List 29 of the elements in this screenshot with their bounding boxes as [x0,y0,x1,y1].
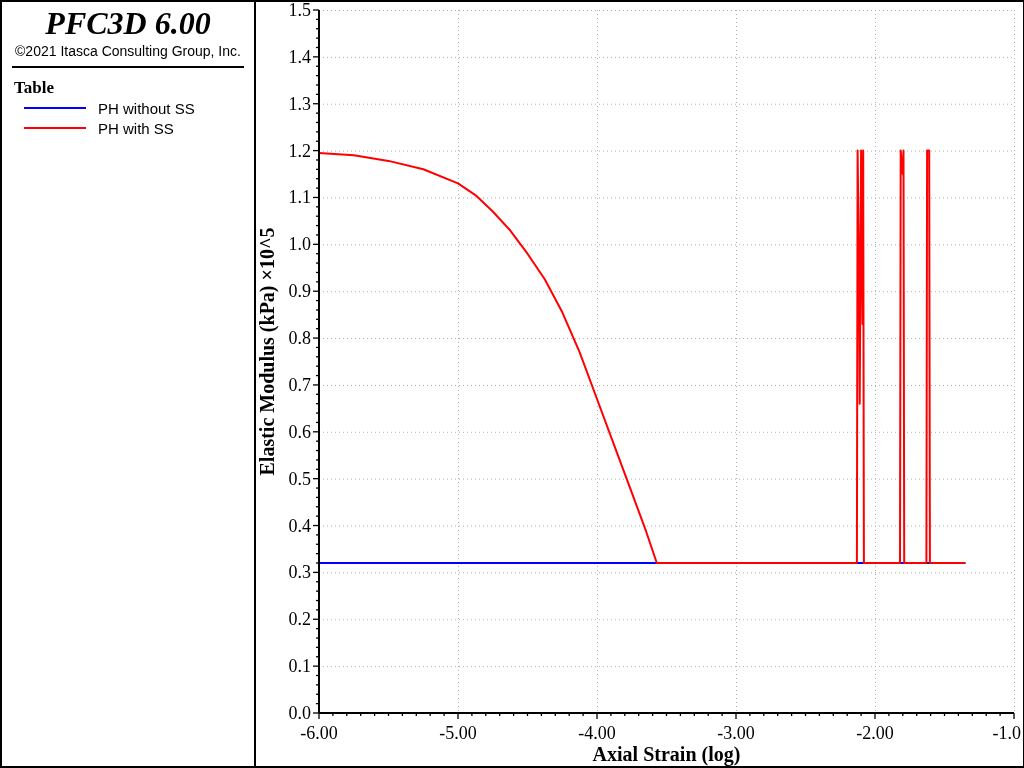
y-tick-label: 0.8 [288,328,311,349]
y-tick-label: 1.3 [288,93,311,114]
legend-title: Table [14,78,55,98]
y-tick-label: 0.7 [288,374,311,395]
legend-label: PH without SS [98,99,195,117]
y-axis-title: Elastic Modulus (kPa) ×10^5 [256,227,278,476]
y-tick-label: 0.0 [288,703,311,723]
y-tick-label: 0.2 [288,609,311,630]
y-tick-label: 1.5 [288,2,311,20]
x-tick-label: -1.0 [992,723,1021,743]
copyright-text: ©2021 Itasca Consulting Group, Inc. [15,42,241,60]
x-tick-label: -6.00 [300,723,338,743]
y-tick-label: 1.0 [288,234,311,255]
x-tick-label: -3.00 [717,723,755,743]
y-tick-label: 0.4 [288,515,311,536]
y-tick-label: 0.5 [288,468,311,489]
x-tick-label: -5.00 [439,723,477,743]
y-tick-label: 1.1 [288,187,311,208]
y-tick-label: 0.1 [288,656,311,677]
y-tick-label: 1.2 [288,140,311,161]
y-tick-label: 0.6 [288,421,311,442]
x-axis-title: Axial Strain (log) [592,743,741,765]
x-tick-label: -2.00 [856,723,894,743]
y-tick-label: 1.4 [288,46,311,67]
legend-label: PH with SS [98,119,174,137]
y-tick-label: 0.3 [288,562,311,583]
x-tick-label: -4.00 [578,723,616,743]
y-tick-label: 0.9 [288,281,311,302]
app-title: PFC3D 6.00 [45,4,211,42]
